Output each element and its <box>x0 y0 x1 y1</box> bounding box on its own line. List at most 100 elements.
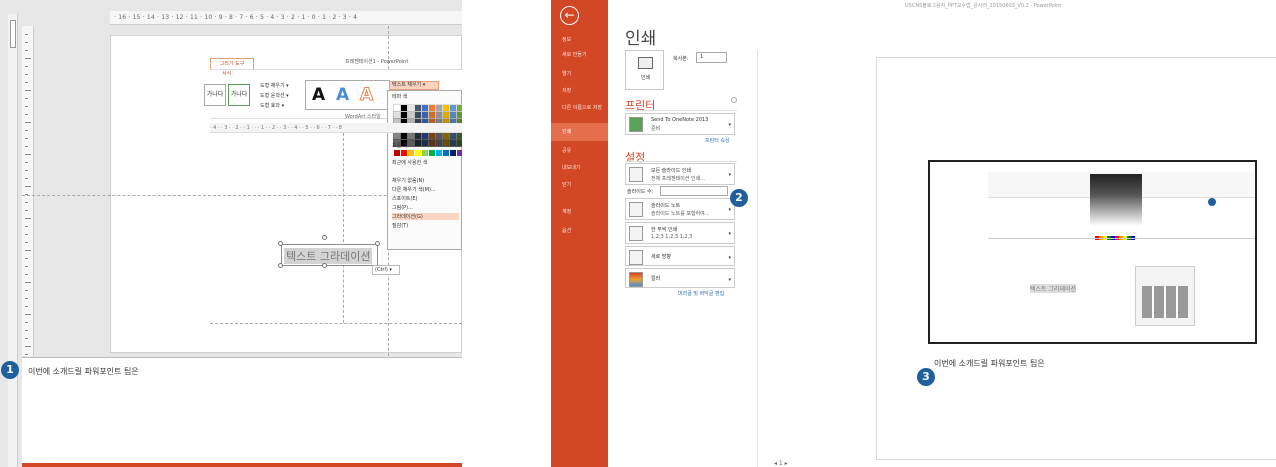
resize-handle[interactable] <box>375 241 380 246</box>
slides-label: 슬라이드 수: <box>627 189 654 195</box>
setting-title: 세로 방향 <box>651 254 671 260</box>
chevron-down-icon: ▾ <box>728 122 731 128</box>
slides-icon <box>629 167 643 182</box>
shape-effects-command[interactable]: 도형 효과 ▾ <box>260 102 284 109</box>
backstage-sidebar: 정보새로 만들기열기저장다른 이름으로 저장인쇄공유내보내기닫기계정옵션 <box>551 0 608 467</box>
wordart-orange[interactable]: A <box>359 85 373 106</box>
portrait-icon <box>629 250 643 265</box>
theme-colors-label: 테마 색 <box>392 94 408 100</box>
setting-desc: 슬라이드 노트를 포함하여... <box>651 211 710 217</box>
textbox-text: 텍스트 그라데이션 <box>284 248 373 264</box>
standard-color-row[interactable] <box>394 150 462 156</box>
preview-notes-text: 이번에 소개드릴 파워포인트 팁은 <box>934 359 1045 368</box>
header-footer-link[interactable]: 머리글 및 바닥글 편집 <box>678 290 724 297</box>
divider <box>625 110 737 111</box>
settings-range-dropdown[interactable]: 모든 슬라이드 인쇄 전체 프레젠테이션 인쇄... ▾ <box>625 163 735 185</box>
nav-item[interactable]: 공유 <box>551 148 608 155</box>
scrollbar-thumb[interactable] <box>10 20 16 48</box>
nav-item[interactable]: 정보 <box>551 37 608 44</box>
menu-picture[interactable]: 그림(P)... <box>392 204 413 211</box>
orientation-dropdown[interactable]: 세로 방향 ▾ <box>625 246 735 266</box>
wordart-styles-gallery[interactable]: A A A <box>305 80 390 110</box>
color-dropdown[interactable]: 컬러 ▾ <box>625 268 735 288</box>
nav-item[interactable]: 저장 <box>551 88 608 95</box>
chevron-down-icon: ▾ <box>728 255 731 261</box>
chevron-down-icon: ▾ <box>728 207 731 213</box>
nav-item[interactable]: 옵션 <box>551 228 608 235</box>
shape-style-1[interactable]: 가나다 <box>204 84 226 106</box>
paste-options-button[interactable]: (Ctrl) ▾ <box>372 265 400 275</box>
printer-properties-link[interactable]: 프린터 속성 <box>705 137 730 144</box>
mini-badge <box>1208 198 1216 206</box>
step-badge-2: 2 <box>730 189 748 207</box>
resize-handle[interactable] <box>322 263 327 268</box>
copies-input[interactable]: 1 <box>696 52 727 63</box>
setting-title: 컬러 <box>651 276 661 282</box>
slides-input[interactable] <box>660 186 728 196</box>
wordart-blue[interactable]: A <box>336 85 349 105</box>
preview-textbox: 텍스트 그라데이션 <box>1030 284 1077 293</box>
nav-item[interactable]: 인쇄 <box>551 123 608 141</box>
rotate-handle[interactable] <box>322 235 327 240</box>
menu-no-fill[interactable]: 채우기 없음(N) <box>392 177 424 184</box>
nav-item[interactable]: 계정 <box>551 209 608 216</box>
document-title: USCNS블로그용자_PPT교수법_강사러_20150603_V0.2 - Po… <box>905 3 1062 9</box>
printer-icon <box>638 57 653 69</box>
nav-item[interactable]: 새로 만들기 <box>551 52 608 59</box>
divider <box>625 161 737 162</box>
notes-page-icon <box>629 202 643 217</box>
status-bar-accent <box>22 463 462 467</box>
resize-handle[interactable] <box>278 263 283 268</box>
nav-item[interactable]: 내보내기 <box>551 165 608 172</box>
printer-dropdown[interactable]: Send To OneNote 2013 준비 ▾ <box>625 113 735 135</box>
page-navigator[interactable]: ◂ 1 ▸ <box>774 460 788 467</box>
chevron-down-icon: ▾ <box>728 172 731 178</box>
menu-gradient[interactable]: 그라데이션(G) <box>392 213 459 220</box>
page-heading: 인쇄 <box>625 29 657 49</box>
resize-handle[interactable] <box>278 241 283 246</box>
gradient-textbox[interactable]: 텍스트 그라데이션 <box>281 244 378 266</box>
collate-dropdown[interactable]: 한 부씩 인쇄 1,2,3 1,2,3 1,2,3 ▾ <box>625 222 735 244</box>
powerpoint-editor: · 16 · 15 · 14 · 13 · 12 · 11 · 10 · 9 ·… <box>0 0 462 467</box>
setting-desc: 전체 프레젠테이션 인쇄... <box>651 176 705 182</box>
menu-eyedropper[interactable]: 스포이트(E) <box>392 195 417 202</box>
printer-icon <box>629 117 643 132</box>
shape-fill-command[interactable]: 도형 채우기 ▾ <box>260 82 289 89</box>
setting-title: 모든 슬라이드 인쇄 <box>651 168 691 174</box>
color-icon <box>629 272 643 287</box>
preview-slide-thumbnail: 텍스트 그라데이션 <box>928 160 1257 344</box>
embedded-guide-v <box>343 133 344 323</box>
notes-text[interactable]: 이번에 소개드릴 파워포인트 팁은 <box>28 366 139 377</box>
menu-texture[interactable]: 질감(T) <box>392 222 408 229</box>
step-badge-1: 1 <box>1 361 19 379</box>
embedded-window-title: 프레젠테이션1 - PowerPoint <box>345 59 409 65</box>
wordart-black[interactable]: A <box>312 85 325 105</box>
shape-outline-command[interactable]: 도형 윤곽선 ▾ <box>260 92 289 99</box>
layout-dropdown[interactable]: 슬라이드 노트 슬라이드 노트를 포함하여... ▾ <box>625 198 735 220</box>
print-button[interactable]: 인쇄 <box>625 50 664 90</box>
nav-item[interactable]: 열기 <box>551 71 608 78</box>
nav-item[interactable]: 닫기 <box>551 182 608 189</box>
info-icon[interactable] <box>731 97 737 103</box>
color-dropdown-panel: 테마 색 표준 색 최근에 사용한 색 채우기 없음(N) 다른 채우기 색(M… <box>387 90 462 250</box>
step-badge-3: 3 <box>917 368 935 386</box>
shape-style-2[interactable]: 가나다 <box>228 84 250 106</box>
copies-label: 복사본: <box>673 56 689 62</box>
back-arrow-icon[interactable]: ← <box>560 6 579 25</box>
printer-name: Send To OneNote 2013 <box>651 117 709 123</box>
tab-format[interactable]: 서식 <box>222 70 231 77</box>
chevron-down-icon: ▾ <box>728 277 731 283</box>
standard-colors-label: 표준 색 <box>392 143 408 149</box>
nav-item[interactable]: 다른 이름으로 저장 <box>551 105 608 112</box>
collate-icon <box>629 226 643 241</box>
text-fill-button[interactable]: 텍스트 채우기 ▾ <box>389 81 439 90</box>
recent-colors-label: 최근에 사용한 색 <box>392 160 428 166</box>
horizontal-ruler: · 16 · 15 · 14 · 13 · 12 · 11 · 10 · 9 ·… <box>110 11 462 25</box>
printer-status: 준비 <box>651 126 661 132</box>
chevron-down-icon: ▾ <box>728 231 731 237</box>
wordart-group-label: WordArt 스타일 <box>345 114 381 120</box>
print-button-label: 인쇄 <box>640 75 651 81</box>
vertical-scrollbar[interactable] <box>8 14 18 467</box>
menu-more-fill-colors[interactable]: 다른 채우기 색(M)... <box>392 186 436 193</box>
pane-divider <box>757 50 758 467</box>
